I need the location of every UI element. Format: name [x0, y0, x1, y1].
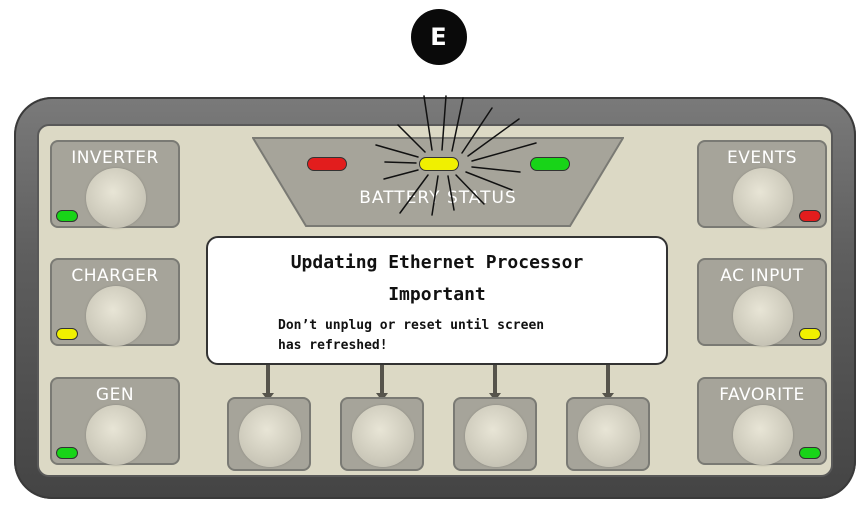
battery-led-green [530, 157, 570, 171]
inverter-led-indicator [56, 210, 78, 222]
ac-input-label: AC INPUT [720, 266, 804, 286]
ac-input-led-indicator [799, 328, 821, 340]
inverter-knob[interactable] [86, 168, 146, 228]
softkey-1[interactable] [227, 397, 311, 471]
display-message-line-1: Don’t unplug or reset until screen [278, 318, 545, 333]
softkey-4[interactable] [566, 397, 650, 471]
softkey-2-knob[interactable] [352, 405, 414, 467]
battery-status-label: BATTERY STATUS [359, 188, 517, 208]
lcd-display: Updating Ethernet Processor Important Do… [206, 236, 668, 365]
softkey-4-connector [606, 365, 610, 395]
softkey-2[interactable] [340, 397, 424, 471]
inverter-button[interactable]: INVERTER [50, 140, 180, 228]
events-label: EVENTS [726, 148, 797, 168]
favorite-led-indicator [799, 447, 821, 459]
events-knob[interactable] [733, 168, 793, 228]
display-subtitle: Important [388, 284, 486, 305]
battery-led-red [307, 157, 347, 171]
favorite-label: FAVORITE [719, 385, 805, 405]
events-led-indicator [799, 210, 821, 222]
callout-badge-e: E [411, 9, 467, 65]
display-message: Don’t unplug or reset until screen has r… [278, 316, 638, 356]
favorite-button[interactable]: FAVORITE [697, 377, 827, 465]
gen-label: GEN [95, 385, 135, 405]
gen-knob[interactable] [86, 405, 146, 465]
softkey-3[interactable] [453, 397, 537, 471]
softkey-3-knob[interactable] [465, 405, 527, 467]
softkey-3-connector [493, 365, 497, 395]
battery-led-yellow [419, 157, 459, 171]
display-title: Updating Ethernet Processor [290, 252, 584, 273]
charger-button[interactable]: CHARGER [50, 258, 180, 346]
softkey-1-knob[interactable] [239, 405, 301, 467]
favorite-knob[interactable] [733, 405, 793, 465]
softkey-2-connector [380, 365, 384, 395]
battery-status-indicator: BATTERY STATUS [252, 137, 624, 227]
ac-input-button[interactable]: AC INPUT [697, 258, 827, 346]
display-message-line-2: has refreshed! [278, 338, 388, 353]
charger-label: CHARGER [71, 266, 159, 286]
softkey-1-connector [266, 365, 270, 395]
battery-status-trapezoid [252, 137, 624, 227]
events-button[interactable]: EVENTS [697, 140, 827, 228]
ac-input-knob[interactable] [733, 286, 793, 346]
inverter-label: INVERTER [71, 148, 159, 168]
gen-button[interactable]: GEN [50, 377, 180, 465]
softkey-4-knob[interactable] [578, 405, 640, 467]
callout-letter: E [430, 23, 448, 51]
charger-led-indicator [56, 328, 78, 340]
charger-knob[interactable] [86, 286, 146, 346]
gen-led-indicator [56, 447, 78, 459]
